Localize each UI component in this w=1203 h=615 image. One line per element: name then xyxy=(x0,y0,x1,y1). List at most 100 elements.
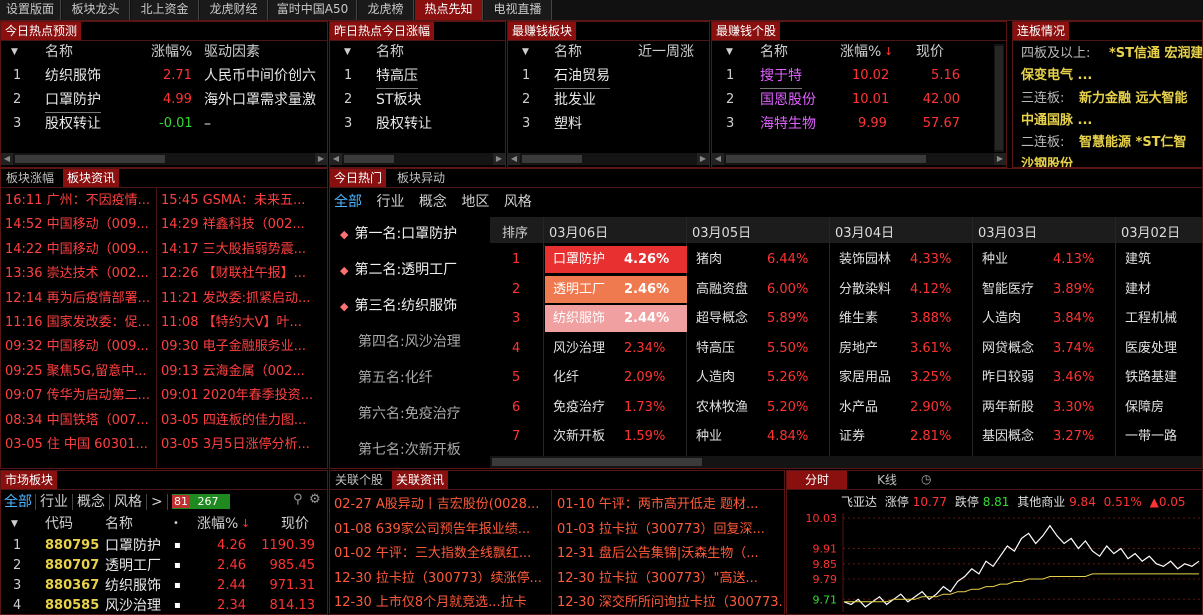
news-item[interactable]: 09:13 云海金属（002... xyxy=(161,360,327,384)
line-items[interactable]: *ST信通 宏润建 xyxy=(1109,42,1202,66)
sector-name[interactable]: 分散染料 xyxy=(839,275,891,304)
ranking-item[interactable]: 第七名:次新开板 xyxy=(340,439,461,459)
ranking-item[interactable]: ◆ 第三名:纺织服饰 xyxy=(340,295,457,315)
sector-name[interactable]: 建筑 xyxy=(1125,245,1151,274)
table-row[interactable]: 3 股权转让 -0.01 – xyxy=(1,112,327,136)
related-news-item[interactable]: 01-10 午评：两市高开低走 题材... xyxy=(557,493,783,517)
filter-industry[interactable]: 行业 xyxy=(36,494,73,510)
sort-arrow-icon[interactable]: ▼ xyxy=(344,41,351,63)
sector-name[interactable]: 纺织服饰 xyxy=(553,304,605,333)
line-items[interactable]: 沙钢股份 xyxy=(1021,153,1073,167)
news-item[interactable]: 09:01 2020年春季投资... xyxy=(161,384,327,408)
table-row[interactable]: 2 880707 透明工厂 ▪ 2.46 985.45 xyxy=(1,556,327,576)
sort-arrow-icon[interactable]: ▼ xyxy=(11,513,18,535)
news-item[interactable]: 14:17 三大股指弱势震... xyxy=(161,238,327,262)
related-news-item[interactable]: 12-31 盘后公告集锦|沃森生物（... xyxy=(557,542,783,566)
gear-icon[interactable]: ⚙ xyxy=(309,492,321,507)
horizontal-scrollbar[interactable]: ◀ ▶ xyxy=(712,153,1006,165)
sector-name[interactable]: 工程机械 xyxy=(1125,304,1177,333)
table-row[interactable]: 3 海特生物 9.99 57.67 xyxy=(712,112,1006,136)
sector-name[interactable]: 口罩防护 xyxy=(553,245,605,274)
tab-today-hot[interactable]: 今日热门 xyxy=(330,169,387,187)
table-row[interactable]: 3 股权转让 xyxy=(330,112,505,136)
table-row[interactable]: 3 880367 纺织服饰 ▪ 2.44 971.31 xyxy=(1,576,327,596)
filter-style[interactable]: 风格 xyxy=(110,494,147,510)
filter-concept[interactable]: 概念 xyxy=(73,494,110,510)
sector-name[interactable]: 房地产 xyxy=(839,334,878,363)
sector-name[interactable]: 农林牧渔 xyxy=(696,393,748,422)
sector-name[interactable]: 人造肉 xyxy=(696,363,735,392)
ranking-item[interactable]: 第四名:风沙治理 xyxy=(340,331,461,351)
news-item[interactable]: 09:32 中国移动（009... xyxy=(5,335,155,359)
news-item[interactable]: 03-05 3月5日涨停分析... xyxy=(161,433,327,457)
news-item[interactable]: 09:07 传华为启动第二... xyxy=(5,384,155,408)
sector-name[interactable]: 建材 xyxy=(1125,275,1151,304)
filter-all[interactable]: 全部 xyxy=(334,194,362,210)
sector-name[interactable]: 一带一路 xyxy=(1125,422,1177,451)
table-row[interactable]: 1 880795 口罩防护 ▪ 4.26 1190.39 xyxy=(1,536,327,556)
news-item[interactable]: 14:29 祥鑫科技（002... xyxy=(161,213,327,237)
line-items[interactable]: 中通国脉 ... xyxy=(1021,109,1092,133)
col-name[interactable]: 名称 xyxy=(554,41,582,63)
tab-related-stocks[interactable]: 关联个股 xyxy=(330,471,388,489)
tab-hot-prophet[interactable]: 热点先知 xyxy=(415,0,483,20)
news-item[interactable]: 11:08 【特约大V】叶... xyxy=(161,311,327,335)
table-row[interactable]: 2 批发业 xyxy=(508,88,709,112)
filter-region[interactable]: 地区 xyxy=(461,194,489,210)
sector-name[interactable]: 保障房 xyxy=(1125,393,1164,422)
sector-name[interactable]: 透明工厂 xyxy=(553,275,605,304)
sector-name[interactable]: 维生素 xyxy=(839,304,878,333)
related-news-item[interactable]: 01-08 639家公司预告年报业绩... xyxy=(334,518,549,542)
table-row[interactable]: 1 石油贸易 xyxy=(508,64,709,89)
col-pct[interactable]: 涨幅% xyxy=(840,41,881,63)
tab-kline[interactable]: K线 xyxy=(859,471,915,489)
horizontal-scrollbar[interactable]: ◀ ▶ xyxy=(330,153,505,165)
news-item[interactable]: 16:11 广州：不因疫情... xyxy=(5,189,155,213)
col-pct[interactable]: 涨幅% xyxy=(197,513,238,535)
sort-arrow-icon[interactable]: ▼ xyxy=(726,41,733,63)
sector-name[interactable]: 次新开板 xyxy=(553,422,605,451)
tab-dragon-finance[interactable]: 龙虎财经 xyxy=(200,0,268,20)
news-item[interactable]: 12:14 再为后疫情部署... xyxy=(5,287,155,311)
filter-style[interactable]: 风格 xyxy=(504,194,532,210)
sector-name[interactable]: 风沙治理 xyxy=(553,334,605,363)
news-item[interactable]: 09:30 电子金融服务业... xyxy=(161,335,327,359)
col-pct[interactable]: 涨幅% xyxy=(151,41,192,63)
related-news-item[interactable]: 01-02 午评：三大指数全线飘红... xyxy=(334,542,549,566)
related-news-item[interactable]: 12-30 上市仅8个月就竞选...拉卡 xyxy=(334,591,549,614)
line-items[interactable]: 新力金融 远大智能 xyxy=(1079,87,1188,111)
line-items[interactable]: 保变电气 ... xyxy=(1021,64,1092,88)
ranking-item[interactable]: 第五名:化纤 xyxy=(340,367,433,387)
sector-name[interactable]: 种业 xyxy=(982,245,1008,274)
tab-intraday[interactable]: 分时 xyxy=(787,471,847,489)
col-driver[interactable]: 驱动因素 xyxy=(204,41,260,63)
sector-name[interactable]: 特高压 xyxy=(696,334,735,363)
table-row[interactable]: 1 特高压 xyxy=(330,64,505,89)
table-row[interactable]: 3 塑料 xyxy=(508,112,709,136)
col-name[interactable]: 名称 xyxy=(760,41,788,63)
sector-name[interactable]: 医废处理 xyxy=(1125,334,1177,363)
intraday-chart[interactable]: 10.03 9.91 9.85 9.79 9.71 xyxy=(787,511,1202,614)
filter-all[interactable]: 全部 xyxy=(1,494,36,510)
news-item[interactable]: 11:21 发改委:抓紧启动... xyxy=(161,287,327,311)
horizontal-scrollbar[interactable] xyxy=(490,456,1202,468)
sort-arrow-icon[interactable]: ▼ xyxy=(522,41,529,63)
table-row[interactable]: 1 纺织服饰 2.71 人民币中间价创六 xyxy=(1,64,327,88)
col-name[interactable]: 名称 xyxy=(45,41,73,63)
col-name[interactable]: 名称 xyxy=(105,513,133,535)
sector-name[interactable]: 免疫治疗 xyxy=(553,393,605,422)
news-item[interactable]: 03-05 四连板的佳力图... xyxy=(161,409,327,433)
sector-name[interactable]: 超导概念 xyxy=(696,304,748,333)
ranking-item[interactable]: ◆ 第二名:透明工厂 xyxy=(340,259,457,279)
sector-name[interactable]: 人造肉 xyxy=(982,304,1021,333)
tab-northbound[interactable]: 北上资金 xyxy=(131,0,199,20)
table-row[interactable]: 2 口罩防护 4.99 海外口罩需求量激 xyxy=(1,88,327,113)
sector-name[interactable]: 水产品 xyxy=(839,393,878,422)
sector-name[interactable]: 智能医疗 xyxy=(982,275,1034,304)
related-news-item[interactable]: 01-03 拉卡拉（300773）回复深... xyxy=(557,518,783,542)
news-item[interactable]: 14:22 中国移动（009... xyxy=(5,238,155,262)
vertical-scrollbar[interactable] xyxy=(994,44,1004,152)
tab-ftse-a50[interactable]: 富时中国A50 xyxy=(269,0,357,20)
sector-name[interactable]: 猪肉 xyxy=(696,245,722,274)
tab-sector-anomaly[interactable]: 板块异动 xyxy=(392,169,450,187)
